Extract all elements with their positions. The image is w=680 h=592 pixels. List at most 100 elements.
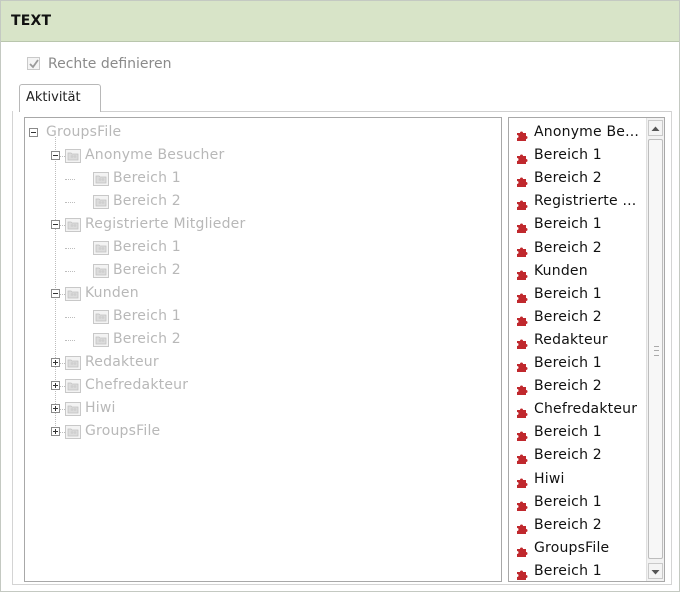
tree-node-group[interactable]: Anonyme Besucher: [25, 146, 495, 166]
tree-node-group[interactable]: Kunden: [25, 284, 495, 304]
tree-node-label: Kunden: [85, 285, 139, 301]
tree-node-label: Bereich 1: [113, 308, 181, 324]
tree-guide-line: [60, 294, 65, 295]
tree-guide-line: [65, 248, 75, 249]
scroll-down-button[interactable]: [648, 563, 663, 579]
list-item-label: Bereich 1: [534, 285, 602, 302]
expand-icon[interactable]: [51, 358, 60, 367]
tree-node-label: GroupsFile: [46, 124, 122, 140]
tree-node-area[interactable]: Bereich 1: [25, 307, 495, 327]
selected-groups-list[interactable]: Anonyme Be... Bereich 1 Bereich 2 Registrie…: [508, 117, 665, 582]
puzzle-piece-icon: [515, 196, 528, 215]
tree-guide-line: [65, 340, 75, 341]
puzzle-piece-icon: [515, 150, 528, 169]
tree-node-group[interactable]: Registrierte Mitglieder: [25, 215, 495, 235]
group-folder-icon: [65, 218, 81, 232]
tree-guide-line: [60, 409, 65, 410]
group-folder-icon: [65, 149, 81, 163]
scroll-up-button[interactable]: [648, 120, 663, 136]
triangle-up-icon: [651, 126, 660, 131]
expand-icon[interactable]: [51, 404, 60, 413]
puzzle-piece-icon: [515, 474, 528, 493]
puzzle-piece-icon: [515, 266, 528, 285]
tree-node-label: Bereich 2: [113, 331, 181, 347]
tree-node-group[interactable]: Hiwi: [25, 399, 495, 419]
expand-icon[interactable]: [51, 427, 60, 436]
puzzle-piece-icon: [515, 312, 528, 331]
group-folder-icon: [65, 287, 81, 301]
puzzle-piece-icon: [515, 358, 528, 377]
tree-node-group[interactable]: GroupsFile: [25, 422, 495, 442]
list-item-label: Bereich 1: [534, 216, 602, 233]
list-item-label: Bereich 1: [534, 424, 602, 441]
tree-node-label: GroupsFile: [85, 423, 161, 439]
tree-node-label: Registrierte Mitglieder: [85, 216, 246, 232]
tree-node-label: Chefredakteur: [85, 377, 189, 393]
panel-header: TEXT: [1, 1, 679, 42]
collapse-icon[interactable]: [51, 151, 60, 160]
tree-node-label: Bereich 2: [113, 262, 181, 278]
list-item-label: Bereich 2: [534, 170, 602, 187]
list-item-label: Bereich 1: [534, 147, 602, 164]
panel-title: TEXT: [11, 13, 52, 29]
scroll-grip-icon: [654, 346, 659, 356]
group-folder-icon: [93, 172, 109, 186]
checkmark-icon: [29, 59, 39, 69]
collapse-icon[interactable]: [29, 128, 38, 137]
group-tree[interactable]: GroupsFile Anonyme Besucher Bereich 1 Berei…: [24, 117, 502, 582]
tree-node-group[interactable]: Chefredakteur: [25, 376, 495, 396]
puzzle-piece-icon: [515, 335, 528, 354]
list-item-label: Bereich 2: [534, 447, 602, 464]
list-item-label: GroupsFile: [534, 539, 610, 556]
list-item-label: Bereich 1: [534, 355, 602, 371]
define-rights-label: Rechte definieren: [48, 56, 172, 72]
expand-icon[interactable]: [51, 381, 60, 390]
tree-node-label: Bereich 1: [113, 170, 181, 186]
group-folder-icon: [65, 379, 81, 393]
group-folder-icon: [93, 195, 109, 209]
list-item-label: Bereich 2: [534, 239, 602, 256]
scroll-thumb[interactable]: [648, 139, 663, 559]
tab-label: Aktivität: [26, 90, 81, 105]
tab-aktivitaet[interactable]: Aktivität: [19, 84, 101, 112]
define-rights-checkbox[interactable]: [27, 57, 40, 70]
tree-guide-line: [65, 317, 75, 318]
group-folder-icon: [65, 425, 81, 439]
list-item-label: Anonyme Be...: [534, 124, 640, 140]
tree-node-label: Redakteur: [85, 354, 159, 370]
tree-guide-line: [60, 156, 65, 157]
group-folder-icon: [65, 402, 81, 416]
tree-node-group[interactable]: GroupsFile: [25, 123, 495, 143]
puzzle-piece-icon: [515, 219, 528, 238]
tree-node-area[interactable]: Bereich 2: [25, 261, 495, 281]
list-scrollbar[interactable]: [646, 118, 664, 581]
list-item-label: Bereich 1: [534, 493, 602, 510]
puzzle-piece-icon: [515, 243, 528, 262]
collapse-icon[interactable]: [51, 220, 60, 229]
permissions-panel: TEXT Rechte definieren Aktivität GroupsF…: [0, 0, 680, 592]
puzzle-piece-icon: [515, 566, 528, 581]
tree-guide-line: [60, 432, 65, 433]
tree-node-area[interactable]: Bereich 1: [25, 238, 495, 258]
list-item-label: Redakteur: [534, 331, 608, 348]
puzzle-piece-icon: [515, 289, 528, 308]
tree-node-label: Hiwi: [85, 400, 116, 416]
tree-node-area[interactable]: Bereich 2: [25, 330, 495, 350]
tree-node-group[interactable]: Redakteur: [25, 353, 495, 373]
tree-guide-line: [65, 179, 75, 180]
tree-node-area[interactable]: Bereich 2: [25, 192, 495, 212]
group-folder-icon: [65, 356, 81, 370]
group-folder-icon: [93, 333, 109, 347]
puzzle-piece-icon: [515, 427, 528, 446]
puzzle-piece-icon: [515, 404, 528, 423]
collapse-icon[interactable]: [51, 289, 60, 298]
tree-guide-line: [60, 363, 65, 364]
tree-node-area[interactable]: Bereich 1: [25, 169, 495, 189]
tree-node-label: Anonyme Besucher: [85, 147, 225, 163]
puzzle-piece-icon: [515, 450, 528, 469]
puzzle-piece-icon: [515, 520, 528, 539]
list-item-label: Bereich 2: [534, 378, 602, 395]
list-item-label: Bereich 1: [534, 562, 602, 579]
list-item-label: Kunden: [534, 262, 588, 279]
tree-guide-line: [65, 271, 75, 272]
